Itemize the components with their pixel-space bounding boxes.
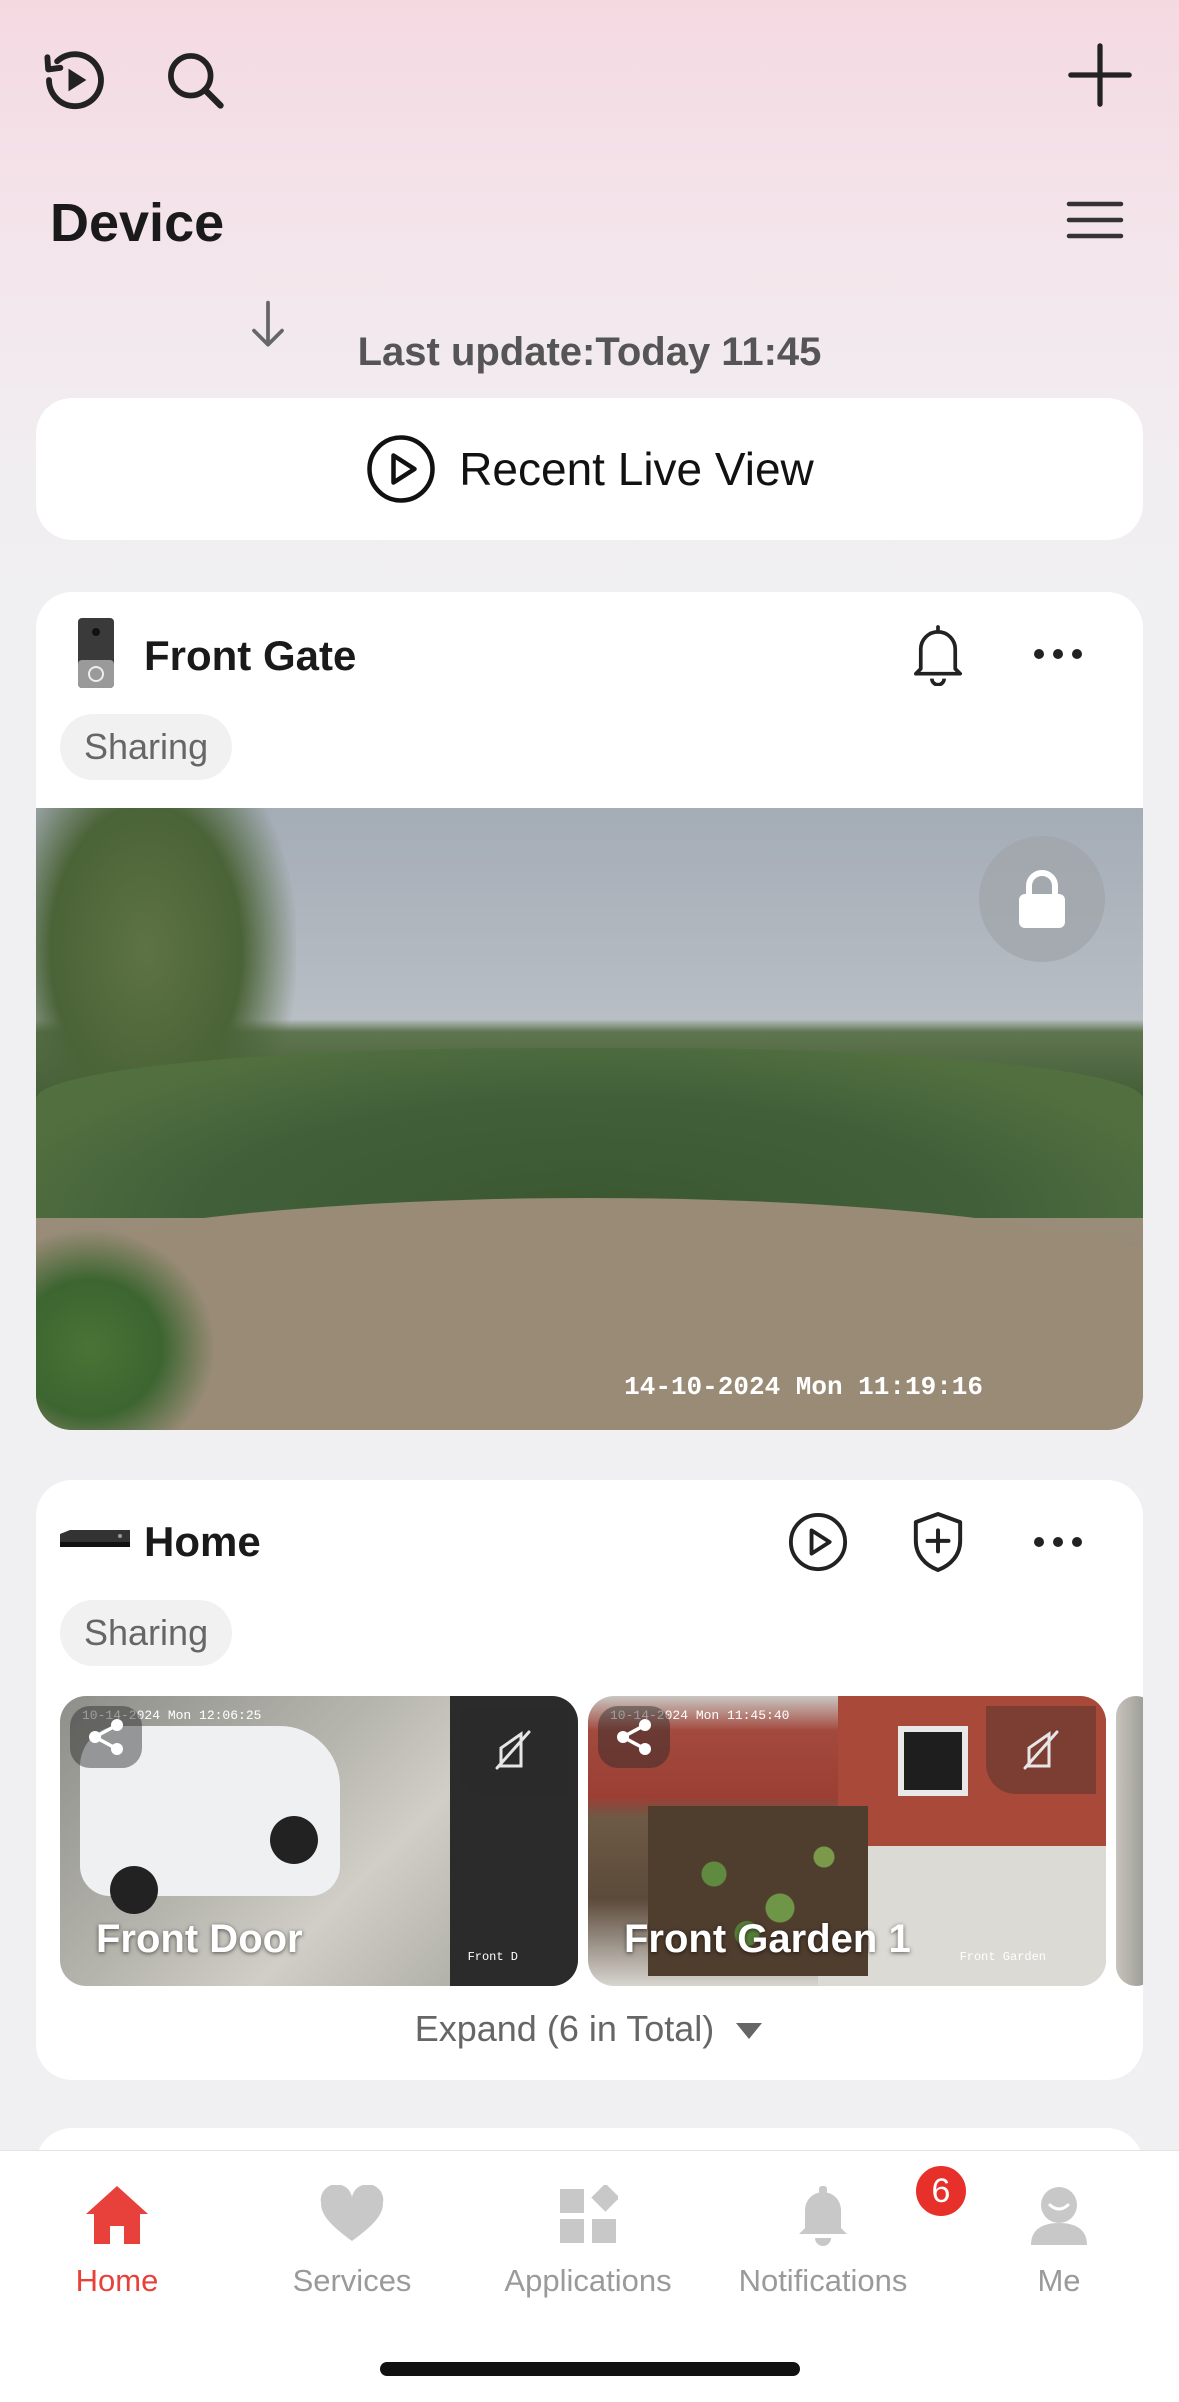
- arm-security-button[interactable]: [898, 1502, 978, 1582]
- mic-off-icon: [495, 1730, 531, 1770]
- more-dots-icon: [1034, 1537, 1082, 1547]
- caret-down-icon: [736, 2023, 763, 2040]
- audio-toggle-button[interactable]: [458, 1706, 568, 1794]
- nvr-device-icon: [60, 1530, 130, 1547]
- feed-hedge: [36, 1048, 1143, 1218]
- hamburger-menu-icon: [1066, 201, 1124, 239]
- device-name: Front Gate: [144, 632, 357, 679]
- thumbnail-overlay-text: Front D: [467, 1950, 518, 1964]
- menu-button[interactable]: [1055, 180, 1135, 260]
- thumb-wheel: [270, 1816, 318, 1864]
- page-title: Device: [50, 193, 225, 253]
- home-indicator: [380, 2362, 800, 2376]
- feed-plant: [36, 1228, 216, 1430]
- apps-icon: [560, 2185, 618, 2243]
- feed-timestamp: 14-10-2024 Mon 11:19:16: [624, 1372, 983, 1402]
- home-icon: [86, 2186, 148, 2244]
- bell-icon: [799, 2186, 847, 2246]
- thumb-window: [898, 1726, 968, 1796]
- history-icon: [44, 51, 104, 110]
- tab-label: Services: [292, 2263, 412, 2298]
- device-card-home[interactable]: Home Sharing 10-14-2024 Mon 12:06:25 Fro…: [36, 1480, 1143, 2080]
- sharing-tag: Sharing: [60, 1600, 233, 1666]
- doorbell-device-icon: [78, 618, 114, 688]
- mic-off-icon: [1023, 1730, 1059, 1770]
- recent-live-view-label: Recent Live View: [459, 443, 814, 495]
- expand-label: Expand (6 in Total): [414, 2008, 715, 2049]
- camera-thumbnail-front-garden-1[interactable]: 10-14-2024 Mon 11:45:40 Front Garden Fro…: [588, 1696, 1106, 1986]
- device-card-front-gate[interactable]: Front Gate Sharing 14-10-2024 Mon 11:19:…: [36, 592, 1143, 1430]
- camera-thumbnail-partial[interactable]: [1116, 1696, 1143, 1986]
- alarm-notification-button[interactable]: [898, 614, 978, 694]
- sharing-tag: Sharing: [60, 714, 233, 780]
- tab-notifications[interactable]: 6 Notifications: [713, 2163, 969, 2315]
- add-device-button[interactable]: [1055, 30, 1145, 120]
- playback-button[interactable]: [778, 1502, 858, 1582]
- expand-cameras-button[interactable]: Expand (6 in Total): [36, 2008, 1143, 2050]
- playback-history-button[interactable]: [30, 35, 120, 125]
- camera-thumbnail-front-door[interactable]: 10-14-2024 Mon 12:06:25 Front D Front Do…: [60, 1696, 578, 1986]
- tab-label: Home: [75, 2263, 159, 2298]
- thumbnail-overlay-text: Front Garden: [959, 1950, 1046, 1964]
- recent-live-view-button[interactable]: Recent Live View: [36, 398, 1143, 540]
- more-options-button[interactable]: [1018, 1502, 1098, 1582]
- plus-icon: [1068, 43, 1132, 107]
- heart-icon: [320, 2185, 384, 2241]
- play-circle-icon: [367, 435, 435, 503]
- share-icon: [617, 1719, 651, 1755]
- live-camera-feed[interactable]: 14-10-2024 Mon 11:19:16: [36, 808, 1143, 1430]
- camera-label: Front Door: [96, 1917, 303, 1961]
- device-name: Home: [144, 1518, 261, 1565]
- more-dots-icon: [1034, 649, 1082, 659]
- tab-applications[interactable]: Applications: [478, 2175, 698, 2315]
- tab-label: Applications: [504, 2263, 672, 2298]
- bell-icon: [914, 625, 962, 686]
- more-options-button[interactable]: [1018, 614, 1098, 694]
- tab-home[interactable]: Home: [7, 2175, 227, 2315]
- search-button[interactable]: [150, 35, 240, 125]
- share-icon: [89, 1719, 123, 1755]
- audio-toggle-button[interactable]: [986, 1706, 1096, 1794]
- camera-label: Front Garden 1: [624, 1917, 911, 1961]
- share-button[interactable]: [598, 1706, 670, 1768]
- search-icon: [168, 53, 224, 109]
- tab-label: Notifications: [738, 2263, 908, 2298]
- play-circle-icon: [788, 1512, 848, 1572]
- unlock-button[interactable]: [979, 836, 1105, 962]
- thumb-wheel: [110, 1866, 158, 1914]
- tab-label: Me: [1037, 2263, 1081, 2298]
- share-button[interactable]: [70, 1706, 142, 1768]
- lock-icon: [1019, 870, 1065, 928]
- tab-services[interactable]: Services: [242, 2175, 462, 2315]
- tab-me[interactable]: Me: [949, 2175, 1169, 2315]
- profile-icon: [1031, 2187, 1087, 2245]
- shield-plus-icon: [913, 1512, 963, 1572]
- last-update-text: Last update:Today 11:45: [357, 330, 822, 374]
